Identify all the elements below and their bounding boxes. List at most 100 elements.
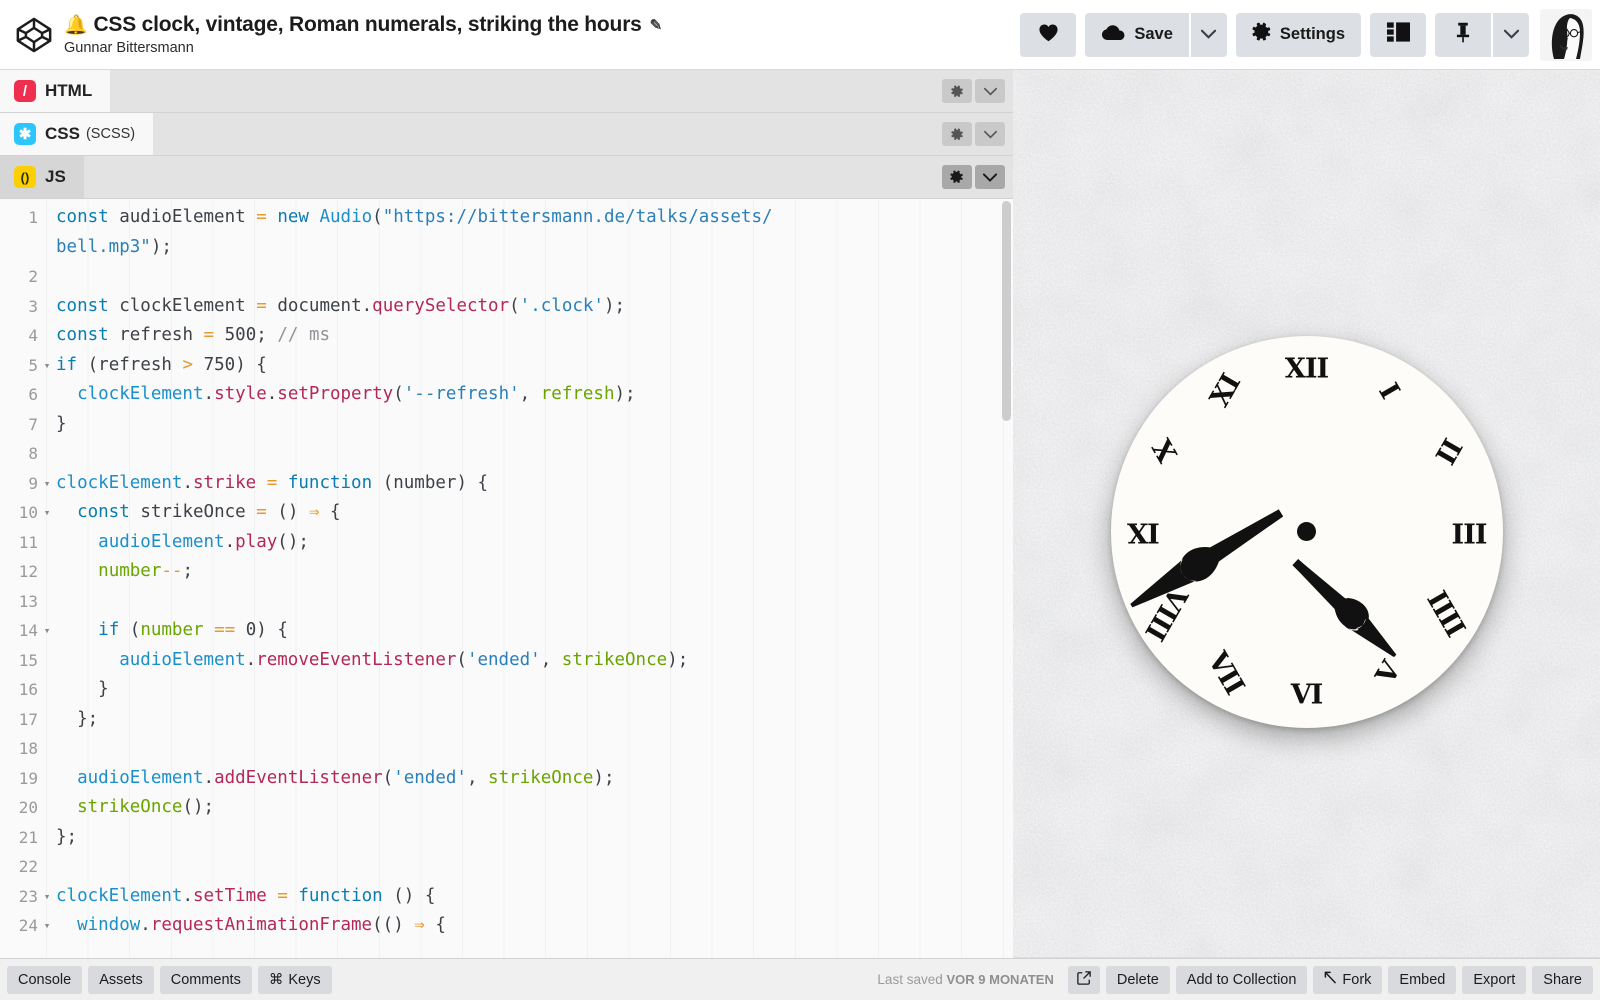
tab-js[interactable]: () JS [0, 156, 84, 198]
fork-icon [1324, 971, 1337, 988]
assets-button[interactable]: Assets [88, 965, 154, 994]
code-scroll-content[interactable]: 1 const audioElement = new Audio("https:… [0, 199, 1013, 958]
panel-header-js: () JS [0, 156, 1013, 199]
fold-marker[interactable]: ▾ [40, 882, 54, 912]
fold-marker [40, 292, 54, 322]
codepen-logo-icon[interactable] [10, 16, 58, 54]
numeral-label: IX [1127, 516, 1160, 548]
open-in-new-window-button[interactable] [1067, 965, 1100, 994]
fold-marker[interactable]: ▾ [40, 351, 54, 381]
comments-button[interactable]: Comments [159, 965, 252, 994]
save-dropdown-button[interactable] [1190, 12, 1227, 57]
code-line: 2 [0, 262, 1013, 292]
code-line: 19 audioElement.addEventListener('ended'… [0, 764, 1013, 794]
js-settings-gear-icon[interactable] [942, 165, 972, 189]
fold-marker [40, 646, 54, 676]
console-button-label: Console [18, 971, 72, 988]
clock-center-pivot [1297, 522, 1316, 542]
code-text: const refresh = 500; // ms [56, 325, 331, 345]
line-number: 13 [18, 591, 38, 611]
numeral-label: VII [1200, 646, 1250, 700]
delete-button[interactable]: Delete [1105, 965, 1170, 994]
fold-marker[interactable] [40, 203, 54, 233]
code-line: 23 ▾ clockElement.setTime = function () … [0, 882, 1013, 912]
fold-marker [40, 793, 54, 823]
js-logo-icon: () [14, 166, 36, 188]
page-title[interactable]: 🔔 CSS clock, vintage, Roman numerals, st… [64, 13, 662, 37]
fold-marker [40, 410, 54, 440]
code-line: 5 ▾ if (refresh > 750) { [0, 351, 1013, 381]
pin-icon [1455, 22, 1471, 48]
last-saved-prefix: Last saved [877, 972, 943, 987]
numeral-label: III [1452, 516, 1487, 548]
fold-marker [40, 262, 54, 292]
preview-pane[interactable]: XII I II III IIII V VI VII VIII IX X XI [1013, 70, 1600, 958]
top-bar: 🔔 CSS clock, vintage, Roman numerals, st… [0, 0, 1600, 70]
last-saved-status: Last saved VOR 9 MONATEN [877, 972, 1053, 987]
pin-button[interactable] [1435, 12, 1491, 57]
code-line: 14 ▾ if (number == 0) { [0, 616, 1013, 646]
fold-marker[interactable]: ▾ [40, 469, 54, 499]
comments-button-label: Comments [170, 971, 241, 988]
line-number: 11 [18, 532, 38, 552]
code-text: } [56, 413, 67, 434]
last-saved-value: VOR 9 MONATEN [946, 972, 1054, 987]
fold-marker [40, 321, 54, 351]
pin-dropdown-button[interactable] [1493, 12, 1529, 57]
code-text: audioElement.removeEventListener('ended'… [119, 649, 689, 670]
love-button[interactable] [1020, 12, 1077, 57]
code-line: 20 strikeOnce(); [0, 793, 1013, 823]
fork-button[interactable]: Fork [1313, 965, 1383, 994]
pen-author[interactable]: Gunnar Bittersmann [64, 40, 662, 56]
editor-vertical-scrollbar[interactable] [1001, 199, 1013, 958]
panel-header-html: / HTML [0, 70, 1013, 113]
save-button[interactable]: Save [1085, 12, 1189, 57]
panel-header-html-actions [942, 70, 1013, 112]
tab-html[interactable]: / HTML [0, 70, 111, 112]
code-line-wrap: bell.mp3"); [0, 233, 1013, 263]
js-collapse-chevron-down-icon[interactable] [975, 165, 1005, 189]
add-to-collection-button-label: Add to Collection [1186, 971, 1297, 988]
code-line: 21 }; [0, 823, 1013, 853]
css-collapse-chevron-down-icon[interactable] [975, 122, 1005, 146]
main-split: / HTML ✱ CSS (SCSS) () JS 1 const audioE… [0, 70, 1600, 958]
editor-scrollbar-thumb[interactable] [1002, 201, 1011, 421]
tab-css-preprocessor: (SCSS) [85, 126, 136, 142]
css-settings-gear-icon[interactable] [942, 122, 972, 146]
code-line: 1 const audioElement = new Audio("https:… [0, 203, 1013, 233]
fold-marker[interactable]: ▾ [40, 616, 54, 646]
html-collapse-chevron-down-icon[interactable] [975, 79, 1005, 103]
layout-button[interactable] [1370, 12, 1426, 57]
share-button[interactable]: Share [1532, 965, 1593, 994]
keys-button[interactable]: ⌘ Keys [257, 965, 332, 994]
js-code-editor[interactable]: 1 const audioElement = new Audio("https:… [0, 199, 1013, 958]
numeral-label: I [1371, 377, 1405, 404]
tab-css[interactable]: ✱ CSS (SCSS) [0, 113, 154, 155]
fold-marker[interactable]: ▾ [40, 911, 54, 941]
settings-button[interactable]: Settings [1235, 12, 1361, 57]
top-bar-actions: Save Settings [1020, 8, 1592, 61]
tab-html-label: HTML [45, 81, 93, 100]
avatar[interactable] [1540, 8, 1592, 61]
settings-button-label: Settings [1279, 25, 1345, 43]
layout-panels-icon [1386, 22, 1410, 47]
code-text: audioElement.addEventListener('ended', s… [77, 767, 615, 788]
line-number: 2 [28, 267, 38, 286]
fold-marker[interactable]: ▾ [40, 498, 54, 528]
pen-title-block: 🔔 CSS clock, vintage, Roman numerals, st… [64, 13, 662, 55]
numeral-label: VI [1290, 679, 1324, 711]
add-to-collection-button[interactable]: Add to Collection [1175, 965, 1308, 994]
line-number: 7 [28, 414, 38, 434]
embed-button[interactable]: Embed [1388, 965, 1457, 994]
html-settings-gear-icon[interactable] [942, 79, 972, 103]
code-text: if (number == 0) { [98, 620, 288, 640]
panel-header-js-actions [942, 156, 1013, 198]
line-number: 23 [18, 886, 38, 906]
line-number: 9 [28, 473, 38, 493]
line-number: 19 [18, 768, 38, 788]
pencil-edit-icon[interactable]: ✎ [650, 17, 663, 34]
code-text: }; [56, 826, 78, 847]
console-button[interactable]: Console [7, 965, 83, 994]
export-button[interactable]: Export [1462, 965, 1527, 994]
